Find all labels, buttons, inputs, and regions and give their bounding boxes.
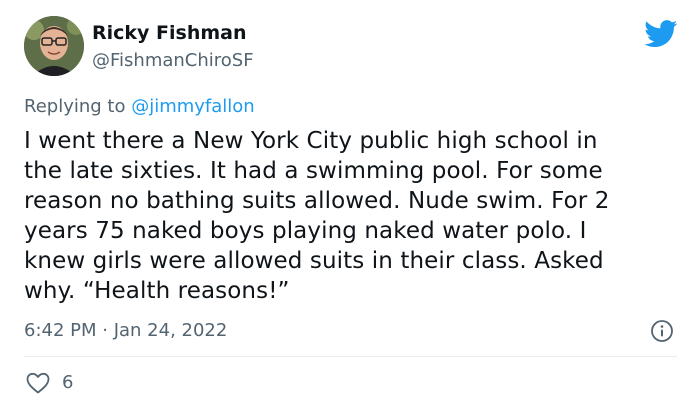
heart-icon[interactable] — [26, 372, 50, 394]
author-handle[interactable]: @FishmanChiroSF — [92, 50, 254, 71]
reply-target-link[interactable]: @jimmyfallon — [131, 96, 255, 117]
reply-prefix: Replying to — [24, 96, 132, 117]
tweet-text-line: knew girls were allowed suits in their c… — [24, 248, 604, 274]
tweet-text: I went there a New York City public high… — [24, 126, 684, 306]
tweet-text-line: the late sixties. It had a swimming pool… — [24, 158, 603, 184]
tweet-text-line: why. “Health reasons!” — [24, 278, 290, 304]
info-icon[interactable] — [650, 319, 674, 343]
reply-context: Replying to @jimmyfallon — [24, 96, 255, 117]
tweet-text-line: I went there a New York City public high… — [24, 128, 598, 154]
tweet-card: Ricky Fishman @FishmanChiroSF Replying t… — [0, 0, 700, 410]
author-name[interactable]: Ricky Fishman — [92, 22, 247, 44]
tweet-text-line: reason no bathing suits allowed. Nude sw… — [24, 188, 610, 214]
like-count: 6 — [62, 372, 74, 393]
tweet-timestamp[interactable]: 6:42 PM · Jan 24, 2022 — [24, 320, 227, 341]
tweet-text-line: years 75 naked boys playing naked water … — [24, 218, 587, 244]
twitter-bird-icon[interactable] — [644, 20, 678, 48]
avatar[interactable] — [24, 16, 84, 76]
avatar-image — [24, 16, 84, 76]
divider — [24, 356, 677, 357]
